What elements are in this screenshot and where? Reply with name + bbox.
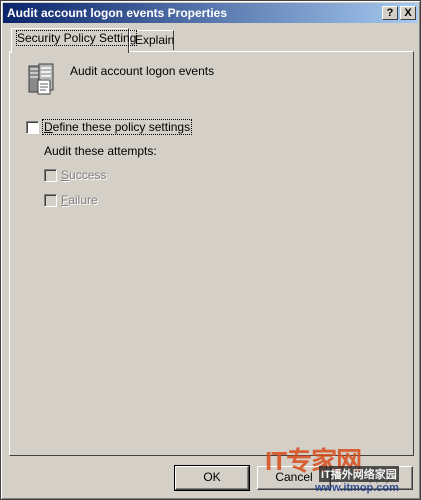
server-policy-icon bbox=[28, 63, 54, 95]
success-checkbox[interactable] bbox=[44, 169, 57, 182]
close-button[interactable]: X bbox=[400, 6, 416, 20]
define-policy-label[interactable]: Define these policy settings bbox=[41, 119, 193, 135]
tab-panel: Audit account logon events Define these … bbox=[9, 51, 414, 456]
failure-label[interactable]: Failure bbox=[61, 193, 98, 207]
tab-security-policy-setting[interactable]: Security Policy Setting bbox=[11, 28, 138, 53]
success-label-text: uccess bbox=[69, 168, 107, 182]
failure-label-text: ailure bbox=[68, 193, 98, 207]
policy-name: Audit account logon events bbox=[70, 64, 215, 78]
watermark-sub: IT播外网络家园 bbox=[319, 466, 399, 482]
audit-attempts-heading: Audit these attempts: bbox=[44, 144, 157, 158]
help-button[interactable]: ? bbox=[382, 6, 398, 20]
failure-checkbox[interactable] bbox=[44, 194, 57, 207]
watermark-url: www.itmop.com bbox=[315, 482, 399, 494]
define-policy-checkbox[interactable] bbox=[26, 121, 39, 134]
tab-label: Security Policy Setting bbox=[15, 30, 138, 46]
success-label[interactable]: Success bbox=[61, 168, 106, 182]
watermark: IT专家网 IT播外网络家园 www.itmop.com bbox=[259, 441, 419, 499]
define-policy-label-text: efine these policy settings bbox=[52, 120, 191, 134]
ok-button[interactable]: OK bbox=[174, 465, 250, 491]
tab-label: Explain bbox=[135, 33, 175, 47]
properties-dialog: Audit account logon events Properties ? … bbox=[0, 0, 421, 500]
window-title: Audit account logon events Properties bbox=[7, 6, 228, 20]
title-bar[interactable]: Audit account logon events Properties ? … bbox=[3, 3, 418, 23]
